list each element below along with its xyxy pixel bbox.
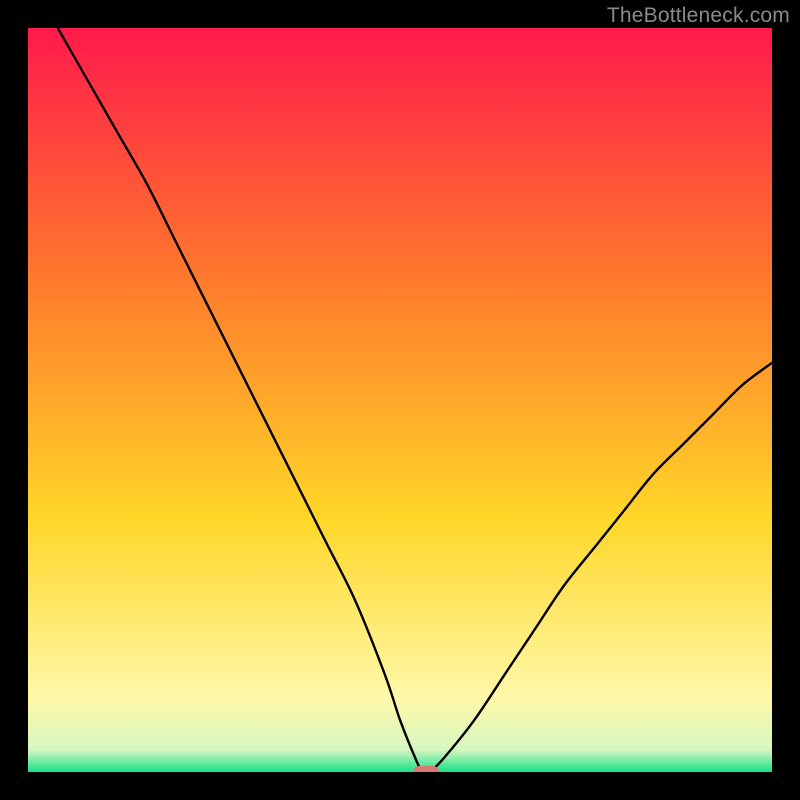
- curve-layer: [28, 28, 772, 772]
- optimal-marker: [413, 766, 439, 772]
- bottleneck-curve: [58, 28, 772, 772]
- plot-area: [28, 28, 772, 772]
- chart-frame: TheBottleneck.com: [0, 0, 800, 800]
- watermark-text: TheBottleneck.com: [607, 4, 790, 28]
